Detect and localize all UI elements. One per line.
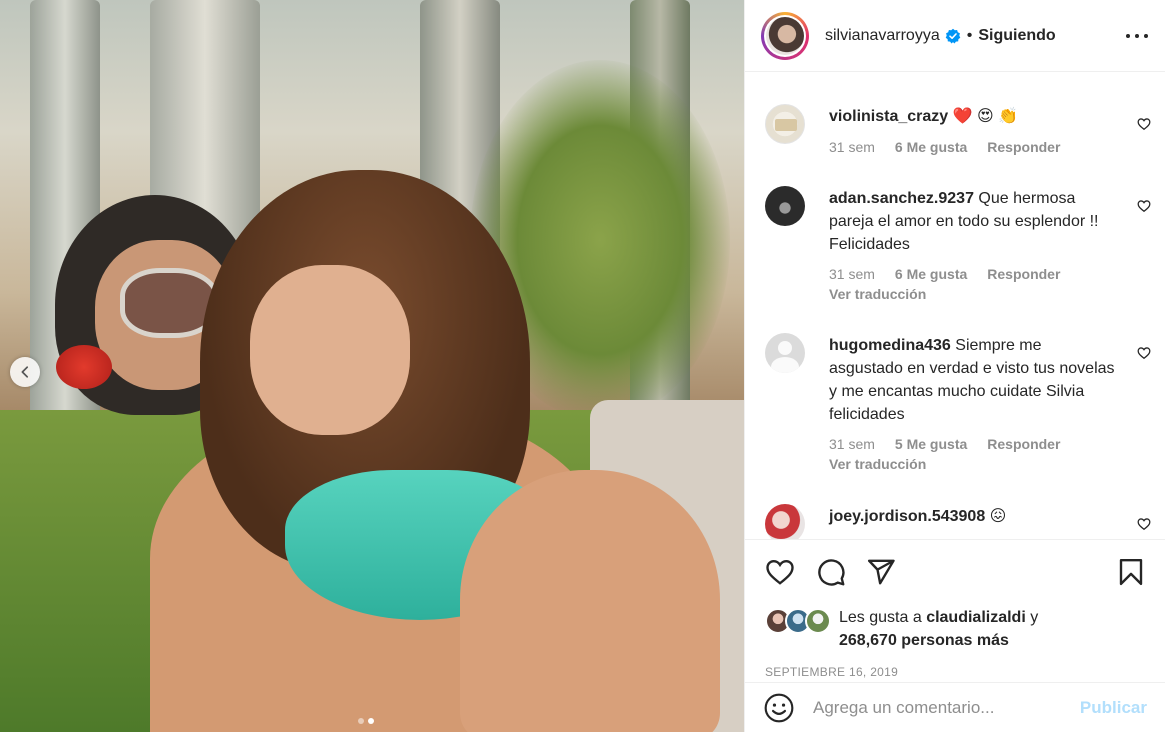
commenter-username[interactable]: violinista_crazy <box>829 108 948 125</box>
post-image[interactable] <box>0 0 744 732</box>
commenter-avatar[interactable] <box>765 333 805 373</box>
see-translation-button[interactable]: Ver traducción <box>829 456 926 472</box>
header-separator: • <box>966 26 973 44</box>
like-button[interactable] <box>765 557 795 587</box>
commenter-avatar[interactable] <box>765 504 805 539</box>
comment-time[interactable]: 31 sem <box>829 436 875 452</box>
comment-icon <box>818 559 845 586</box>
emoji-icon[interactable] <box>763 692 795 724</box>
more-options-icon[interactable] <box>1123 24 1151 48</box>
save-button[interactable] <box>1116 557 1146 587</box>
comment-button[interactable] <box>816 557 846 587</box>
add-comment-bar: Publicar <box>745 682 1165 732</box>
share-icon <box>867 559 895 585</box>
liker-avatar <box>805 608 831 634</box>
post-date[interactable]: SEPTIEMBRE 16, 2019 <box>765 665 898 679</box>
carousel-dot-active <box>368 718 374 724</box>
comment-meta: 31 sem 6 Me gusta Responder <box>829 139 1060 155</box>
comment-text: violinista_crazy ❤️ 😍 👏 <box>829 105 1119 128</box>
reply-button[interactable]: Responder <box>987 139 1060 155</box>
heart-icon[interactable] <box>1137 199 1151 213</box>
heart-icon[interactable] <box>1137 117 1151 131</box>
heart-icon <box>766 559 794 585</box>
comment-likes[interactable]: 6 Me gusta <box>895 266 967 282</box>
comment-meta: 31 sem 5 Me gusta Responder <box>829 436 1060 452</box>
carousel-prev-button[interactable] <box>10 357 40 387</box>
commenter-username[interactable]: joey.jordison.543908 <box>829 508 985 525</box>
post-header: silvianavarroyya • Siguiendo <box>745 0 1165 72</box>
carousel-indicator <box>358 718 374 724</box>
comment-likes[interactable]: 5 Me gusta <box>895 436 967 452</box>
likes-conjunction: y <box>1030 609 1039 626</box>
comment-time[interactable]: 31 sem <box>829 266 875 282</box>
heart-icon[interactable] <box>1137 517 1151 531</box>
liker-avatars[interactable] <box>765 608 831 634</box>
commenter-username[interactable]: adan.sanchez.9237 <box>829 190 974 207</box>
person-leg <box>460 470 720 732</box>
comment-content: ❤️ 😍 👏 <box>952 108 1019 125</box>
carousel-dot <box>358 718 364 724</box>
comment-text: hugomedina436 Siempre me asgustado en ve… <box>829 334 1119 426</box>
author-avatar[interactable] <box>761 11 809 60</box>
chevron-left-icon <box>21 366 29 378</box>
reply-button[interactable]: Responder <box>987 436 1060 452</box>
bookmark-icon <box>1119 558 1143 586</box>
red-flower <box>56 345 112 389</box>
likes-summary: Les gusta a claudializaldi y 268,670 per… <box>765 608 1038 652</box>
comment-content: 😖 <box>989 508 1007 525</box>
post-side-panel: silvianavarroyya • Siguiendo violinista_… <box>744 0 1166 732</box>
liker-username[interactable]: claudializaldi <box>926 609 1026 626</box>
publish-button[interactable]: Publicar <box>1080 698 1147 718</box>
comment-meta: 31 sem 6 Me gusta Responder <box>829 266 1060 282</box>
likes-prefix: Les gusta a <box>839 609 922 626</box>
likes-others[interactable]: 268,670 personas más <box>839 632 1009 649</box>
comment-text: joey.jordison.543908 😖 <box>829 505 1119 528</box>
commenter-avatar[interactable] <box>765 104 805 144</box>
reply-button[interactable]: Responder <box>987 266 1060 282</box>
comment-time[interactable]: 31 sem <box>829 139 875 155</box>
post-actions: Les gusta a claudializaldi y 268,670 per… <box>745 539 1165 732</box>
comment-text: adan.sanchez.9237 Que hermosa pareja el … <box>829 187 1119 256</box>
comments-list[interactable]: violinista_crazy ❤️ 😍 👏 31 sem 6 Me gust… <box>745 73 1165 539</box>
comment-likes[interactable]: 6 Me gusta <box>895 139 967 155</box>
author-username[interactable]: silvianavarroyya <box>825 27 940 45</box>
likes-text: Les gusta a claudializaldi y 268,670 per… <box>839 606 1038 652</box>
verified-badge-icon <box>945 28 961 43</box>
heart-icon[interactable] <box>1137 346 1151 360</box>
see-translation-button[interactable]: Ver traducción <box>829 286 926 302</box>
commenter-username[interactable]: hugomedina436 <box>829 337 951 354</box>
commenter-avatar[interactable] <box>765 186 805 226</box>
person-face <box>250 265 410 435</box>
comment-input[interactable] <box>813 698 1063 718</box>
following-button[interactable]: Siguiendo <box>978 27 1055 45</box>
share-button[interactable] <box>866 557 896 587</box>
author-avatar-image <box>766 16 804 55</box>
